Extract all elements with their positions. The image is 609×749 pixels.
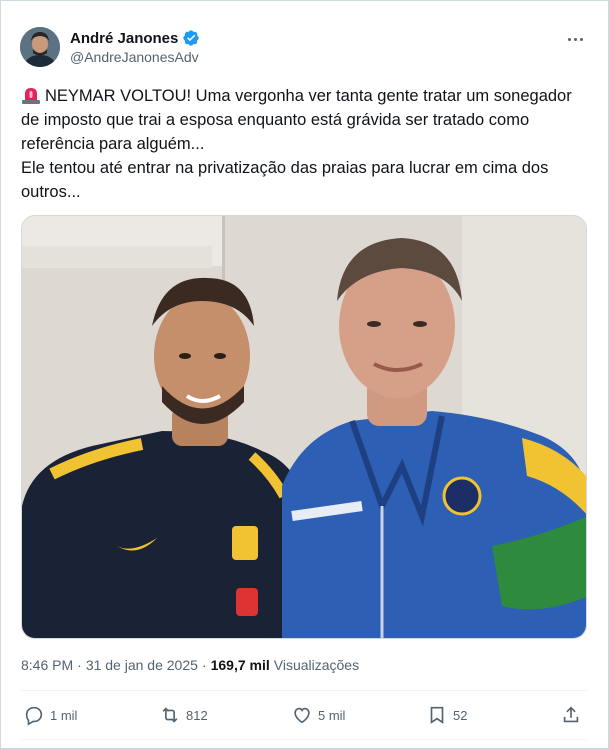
like-button[interactable]: 5 mil: [291, 704, 345, 726]
share-button[interactable]: [560, 704, 582, 726]
like-count: 5 mil: [318, 707, 346, 723]
author-name[interactable]: André Janones: [70, 30, 178, 47]
views-count: 169,7 mil: [210, 657, 270, 673]
retweet-count: 812: [186, 707, 208, 723]
reply-count: 1 mil: [50, 707, 78, 723]
heart-icon: [291, 704, 313, 726]
tweet-text: NEYMAR VOLTOU! Uma vergonha ver tanta ge…: [21, 84, 593, 204]
siren-icon: [21, 86, 41, 104]
views-label: Visualizações: [273, 657, 360, 673]
reply-button[interactable]: 1 mil: [23, 704, 77, 726]
tweet-text-line1: NEYMAR VOLTOU! Uma vergonha ver tanta ge…: [21, 87, 572, 153]
bookmark-icon: [426, 704, 448, 726]
tweet-meta: 8:46 PM · 31 de jan de 2025 · 169,7 mil …: [21, 657, 359, 673]
tweet-text-line2: Ele tentou até entrar na privatização da…: [21, 159, 549, 201]
meta-separator: ·: [201, 657, 207, 673]
retweet-button[interactable]: 812: [159, 704, 208, 726]
tweet-time[interactable]: 8:46 PM: [21, 657, 73, 673]
tweet-photo[interactable]: [21, 215, 587, 639]
meta-separator: ·: [77, 657, 82, 673]
tweet-date[interactable]: 31 de jan de 2025: [86, 657, 198, 673]
divider: [21, 690, 587, 691]
verified-badge-icon: [182, 29, 200, 47]
bookmark-count: 52: [453, 707, 468, 723]
divider: [21, 739, 587, 740]
bookmark-button[interactable]: 52: [426, 704, 467, 726]
author-info: André Janones @AndreJanonesAdv: [70, 29, 200, 65]
author-handle[interactable]: @AndreJanonesAdv: [70, 49, 200, 65]
reply-icon: [23, 704, 45, 726]
retweet-icon: [159, 704, 181, 726]
tweet-card: André Janones @AndreJanonesAdv NEYMAR VO…: [0, 0, 609, 749]
more-options-icon[interactable]: [564, 29, 586, 49]
action-bar: 1 mil 812 5 mil 52: [21, 704, 587, 728]
author-avatar[interactable]: [20, 27, 60, 67]
share-icon: [560, 704, 582, 726]
